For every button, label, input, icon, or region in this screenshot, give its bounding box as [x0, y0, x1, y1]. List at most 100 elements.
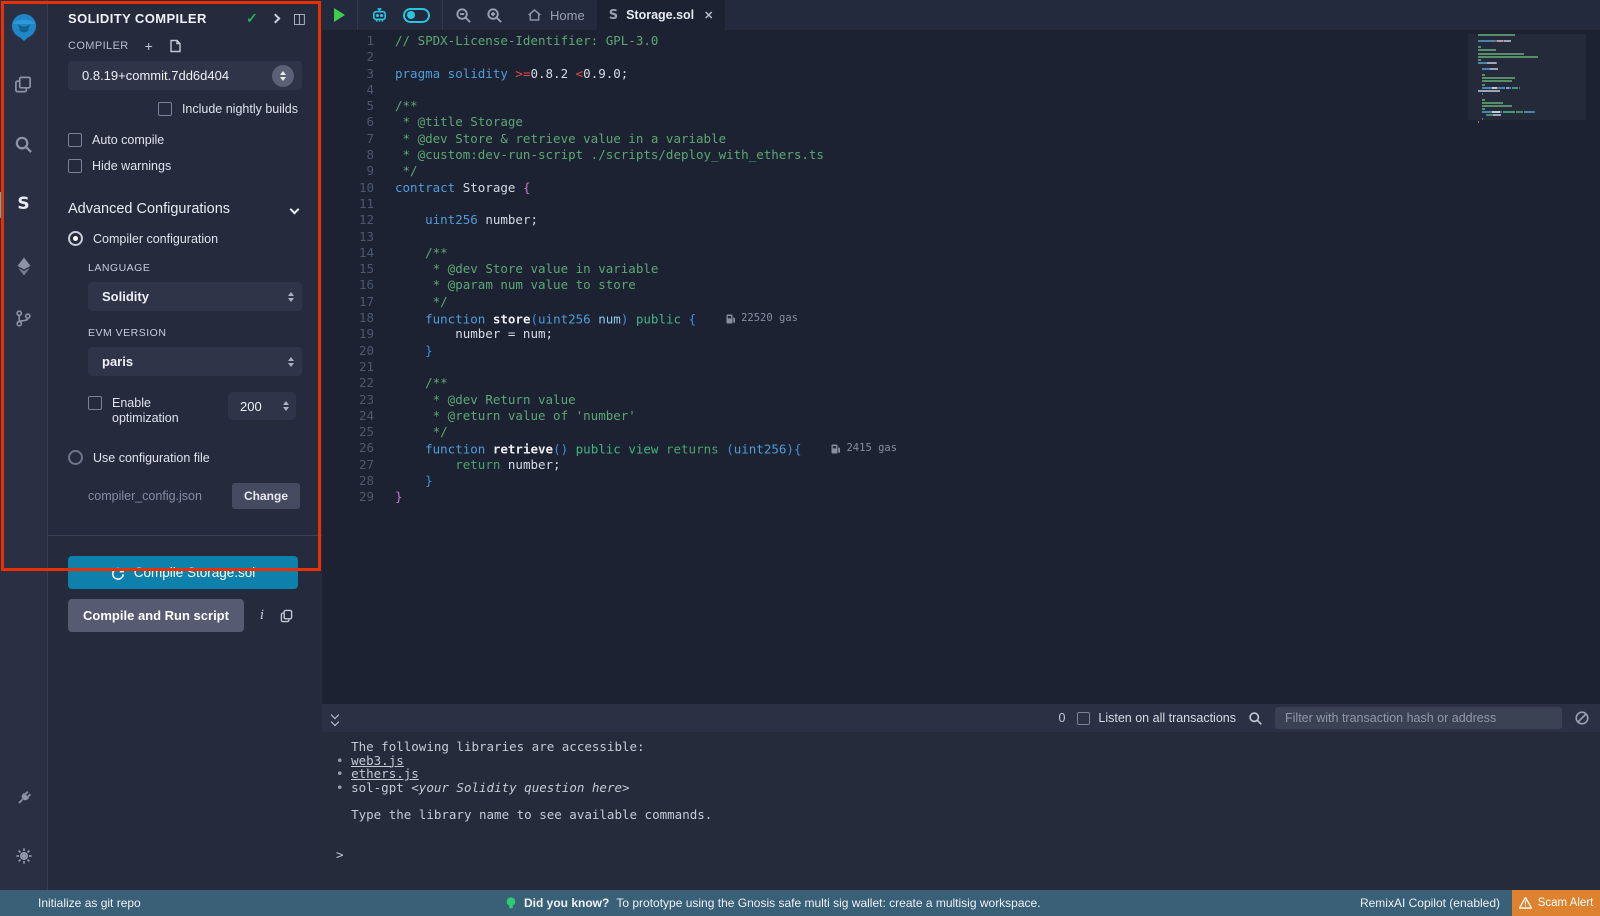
solidity-compiler-icon[interactable]: S — [0, 184, 48, 224]
code-line[interactable]: 26 function retrieve() public view retur… — [322, 440, 1600, 456]
auto-compile-checkbox[interactable] — [68, 133, 82, 147]
include-nightly-checkbox-row[interactable]: Include nightly builds — [48, 102, 322, 116]
copy-icon[interactable] — [280, 609, 293, 623]
code-line[interactable]: 11 — [322, 196, 1600, 212]
line-number: 2 — [322, 49, 395, 65]
settings-gear-icon[interactable] — [0, 836, 48, 876]
tab-home[interactable]: Home — [515, 0, 597, 30]
code-line[interactable]: 18 function store(uint256 num) public {2… — [322, 310, 1600, 326]
compiler-section-label: COMPILER — [68, 40, 129, 52]
compiler-version-value: 0.8.19+commit.7dd6d404 — [82, 68, 272, 83]
change-config-button[interactable]: Change — [232, 483, 300, 509]
gas-estimate[interactable]: 2415 gas — [831, 440, 897, 456]
code-line[interactable]: 4 — [322, 82, 1600, 98]
include-nightly-checkbox[interactable] — [158, 102, 172, 116]
gas-estimate[interactable]: 22520 gas — [726, 310, 798, 326]
listen-all-transactions-checkbox[interactable] — [1077, 712, 1090, 725]
add-compiler-icon[interactable]: + — [145, 41, 153, 51]
use-configuration-file-radio-row[interactable]: Use configuration file — [48, 450, 322, 465]
hide-warnings-checkbox-row[interactable]: Hide warnings — [48, 159, 322, 173]
clear-console-icon[interactable] — [1574, 710, 1590, 726]
code-line[interactable]: 14 /** — [322, 245, 1600, 261]
line-number: 23 — [322, 392, 395, 408]
terminal-collapse-icon[interactable] — [332, 712, 338, 725]
tab-close-icon[interactable]: ✕ — [704, 9, 713, 22]
file-explorer-icon[interactable] — [0, 64, 48, 104]
hide-warnings-checkbox[interactable] — [68, 159, 82, 173]
code-line[interactable]: 16 * @param num value to store — [322, 277, 1600, 293]
advanced-configurations-header[interactable]: Advanced Configurations — [68, 201, 298, 217]
did-you-know-label: Did you know? — [524, 896, 609, 910]
code-line[interactable]: 23 * @dev Return value — [322, 392, 1600, 408]
code-line[interactable]: 15 * @dev Store value in variable — [322, 261, 1600, 277]
search-icon[interactable] — [0, 124, 48, 164]
line-number: 16 — [322, 277, 395, 293]
home-icon — [527, 8, 542, 22]
code-line[interactable]: 6 * @title Storage — [322, 114, 1600, 130]
run-script-play-button[interactable] — [334, 8, 345, 22]
optimization-runs-input[interactable]: 200 — [228, 392, 296, 420]
ai-copilot-robot-icon[interactable] — [370, 7, 389, 24]
enable-optimization-checkbox-row[interactable]: Enable optimization — [88, 396, 200, 426]
compile-button[interactable]: Compile Storage.sol — [68, 556, 298, 589]
copilot-status[interactable]: RemixAI Copilot (enabled) — [1360, 896, 1500, 910]
code-line[interactable]: 17 */ — [322, 294, 1600, 310]
language-select[interactable]: Solidity — [88, 282, 302, 311]
zoom-out-icon[interactable] — [455, 7, 472, 24]
code-line[interactable]: 24 * @return value of 'number' — [322, 408, 1600, 424]
listen-all-transactions-row[interactable]: Listen on all transactions — [1077, 711, 1236, 725]
tab-storage-sol[interactable]: S Storage.sol ✕ — [597, 0, 726, 30]
code-line[interactable]: 7 * @dev Store & retrieve value in a var… — [322, 131, 1600, 147]
line-number: 8 — [322, 147, 395, 163]
code-line[interactable]: 27 return number; — [322, 457, 1600, 473]
code-line[interactable]: 5/** — [322, 98, 1600, 114]
terminal-search-icon[interactable] — [1248, 711, 1263, 726]
auto-compile-checkbox-row[interactable]: Auto compile — [48, 133, 322, 147]
code-line[interactable]: 28 } — [322, 473, 1600, 489]
deploy-run-icon[interactable] — [0, 246, 48, 286]
compiler-configuration-radio-row[interactable]: Compiler configuration — [48, 231, 322, 246]
line-number: 14 — [322, 245, 395, 261]
chevron-right-icon[interactable] — [270, 14, 280, 24]
line-number: 15 — [322, 261, 395, 277]
terminal-output[interactable]: The following libraries are accessible:•… — [322, 732, 1600, 890]
enable-optimization-checkbox[interactable] — [88, 396, 102, 410]
use-configuration-file-radio[interactable] — [68, 450, 83, 465]
minimap-slider[interactable] — [1468, 34, 1586, 120]
code-line[interactable]: 1// SPDX-License-Identifier: GPL-3.0 — [322, 33, 1600, 49]
evm-version-select[interactable]: paris — [88, 347, 302, 376]
code-line[interactable]: 25 */ — [322, 424, 1600, 440]
code-line[interactable]: 12 uint256 number; — [322, 212, 1600, 228]
code-editor[interactable]: 1// SPDX-License-Identifier: GPL-3.023pr… — [322, 30, 1600, 704]
line-number: 27 — [322, 457, 395, 473]
code-line[interactable]: 29} — [322, 489, 1600, 505]
info-icon[interactable]: i — [260, 608, 264, 623]
code-line[interactable]: 9 */ — [322, 163, 1600, 179]
code-line[interactable]: 10contract Storage { — [322, 180, 1600, 196]
code-line[interactable]: 13 — [322, 229, 1600, 245]
compiler-configuration-radio[interactable] — [68, 231, 83, 246]
git-init-status[interactable]: Initialize as git repo — [38, 896, 141, 910]
code-line[interactable]: 19 number = num; — [322, 326, 1600, 342]
open-file-icon[interactable] — [169, 39, 182, 53]
editor-minimap[interactable] — [1478, 34, 1586, 124]
scam-alert-badge[interactable]: Scam Alert — [1512, 890, 1600, 916]
copilot-toggle[interactable] — [403, 8, 430, 23]
code-line[interactable]: 2 — [322, 49, 1600, 65]
version-sort-icon[interactable] — [272, 65, 294, 87]
solidity-file-icon: S — [609, 8, 618, 23]
transaction-filter-input[interactable] — [1275, 707, 1562, 729]
code-line[interactable]: 3pragma solidity >=0.8.2 <0.9.0; — [322, 66, 1600, 82]
code-line[interactable]: 21 — [322, 359, 1600, 375]
split-view-icon[interactable]: ◫ — [293, 11, 306, 27]
remix-logo-icon[interactable] — [0, 6, 48, 50]
compiler-version-select[interactable]: 0.8.19+commit.7dd6d404 — [68, 61, 302, 90]
code-line[interactable]: 22 /** — [322, 375, 1600, 391]
zoom-in-icon[interactable] — [486, 7, 503, 24]
code-line[interactable]: 20 } — [322, 343, 1600, 359]
git-icon[interactable] — [0, 298, 48, 338]
plugin-manager-icon[interactable] — [0, 778, 48, 818]
code-line[interactable]: 8 * @custom:dev-run-script ./scripts/dep… — [322, 147, 1600, 163]
terminal-prompt[interactable]: > — [336, 847, 344, 862]
compile-and-run-button[interactable]: Compile and Run script — [68, 599, 244, 632]
